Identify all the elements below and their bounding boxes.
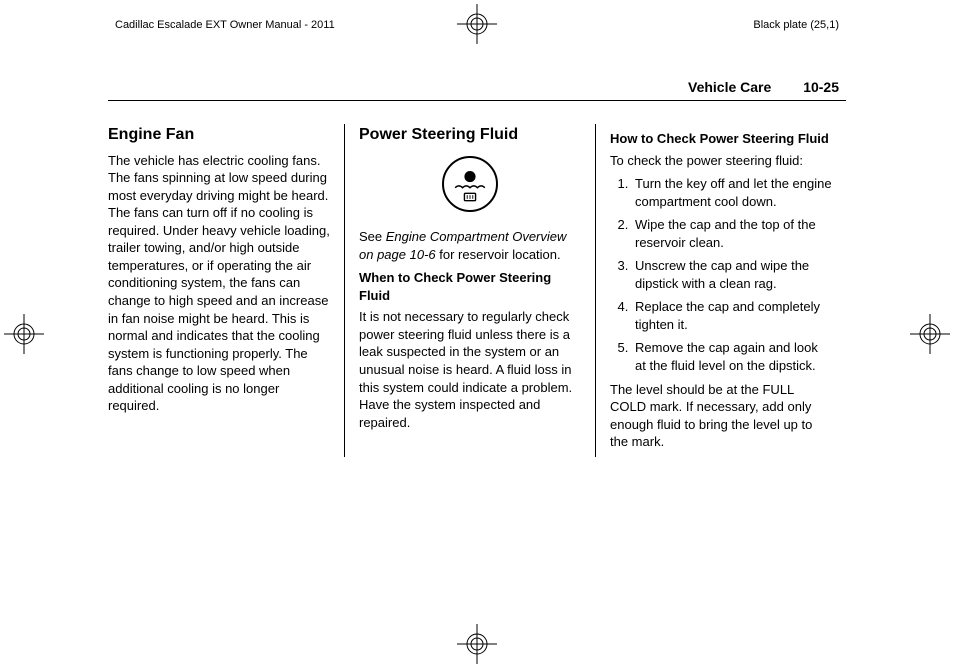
power-steering-heading: Power Steering Fluid [359, 124, 581, 146]
column-1: Engine Fan The vehicle has electric cool… [108, 124, 344, 457]
page-header: Vehicle Care 10-25 [688, 78, 839, 97]
steering-fluid-icon [444, 158, 496, 210]
see-prefix: See [359, 229, 386, 244]
engine-fan-heading: Engine Fan [108, 124, 330, 146]
column-2: Power Steering Fluid See Engine Compartm… [344, 124, 595, 457]
header-rule [108, 100, 846, 101]
plate-info: Black plate (25,1) [753, 18, 839, 33]
step-item: Replace the cap and completely tighten i… [632, 298, 832, 333]
when-check-heading: When to Check Power Steering Fluid [359, 269, 581, 304]
how-check-outro: The level should be at the FULL COLD mar… [610, 381, 832, 451]
registration-mark-icon [457, 624, 497, 664]
page-number: 10-25 [803, 79, 839, 95]
registration-mark-icon [4, 314, 44, 354]
step-item: Remove the cap again and look at the flu… [632, 339, 832, 374]
see-suffix: for reservoir location. [436, 247, 561, 262]
registration-mark-icon [457, 4, 497, 44]
when-check-body: It is not necessary to regularly check p… [359, 308, 581, 431]
manual-title: Cadillac Escalade EXT Owner Manual - 201… [115, 18, 335, 33]
power-steering-icon [359, 156, 581, 215]
column-3: How to Check Power Steering Fluid To che… [595, 124, 846, 457]
step-item: Unscrew the cap and wipe the dipstick wi… [632, 257, 832, 292]
section-title: Vehicle Care [688, 79, 771, 95]
how-check-intro: To check the power steering fluid: [610, 152, 832, 170]
step-item: Wipe the cap and the top of the reservoi… [632, 216, 832, 251]
registration-mark-icon [910, 314, 950, 354]
content: Engine Fan The vehicle has electric cool… [108, 124, 846, 457]
see-reference: See Engine Compartment Overview on page … [359, 228, 581, 263]
check-steps: Turn the key off and let the engine comp… [632, 175, 832, 374]
engine-fan-body: The vehicle has electric cooling fans. T… [108, 152, 330, 415]
step-item: Turn the key off and let the engine comp… [632, 175, 832, 210]
how-check-heading: How to Check Power Steering Fluid [610, 130, 832, 148]
